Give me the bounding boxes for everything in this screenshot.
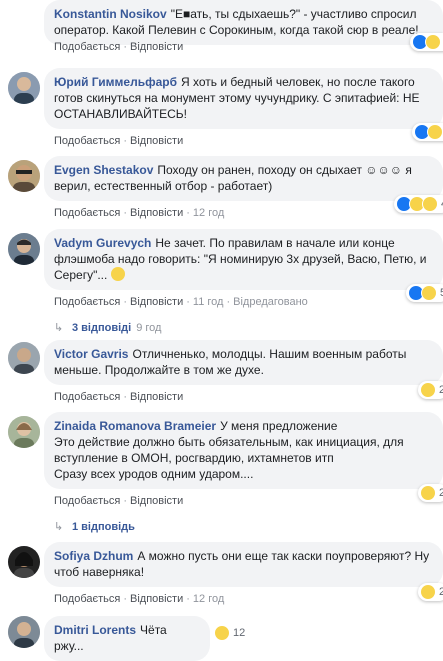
comment-bubble: Konstantin Nosikov "Е■ать, ты сдыхаешь?" … bbox=[44, 0, 443, 45]
avatar[interactable] bbox=[8, 546, 40, 578]
reaction-summary[interactable]: 2 bbox=[418, 381, 443, 399]
reaction-summary[interactable]: 7 bbox=[412, 123, 443, 141]
reply-arrow-icon: ↳ bbox=[54, 521, 64, 533]
comment-time[interactable]: 12 год bbox=[193, 593, 224, 605]
avatar[interactable] bbox=[8, 342, 40, 374]
comment-author[interactable]: Zinaida Romanova Brameier bbox=[54, 419, 216, 433]
view-replies-link[interactable]: ↳ 1 відповідь bbox=[54, 520, 135, 533]
reaction-summary[interactable]: 5 bbox=[406, 284, 443, 302]
reply-link[interactable]: Відповісти bbox=[130, 296, 183, 308]
haha-icon bbox=[420, 485, 436, 501]
reaction-summary[interactable]: 12 bbox=[212, 624, 248, 642]
comment-author[interactable]: Sofiya Dzhum bbox=[54, 549, 133, 563]
reaction-count: 2 bbox=[439, 487, 443, 499]
reply-link[interactable]: Відповісти bbox=[130, 135, 183, 147]
avatar[interactable] bbox=[8, 72, 40, 104]
reply-link[interactable]: Відповісти bbox=[130, 207, 183, 219]
comment-author[interactable]: Victor Gavris bbox=[54, 347, 128, 361]
comment-bubble: Vadym Gurevych Не зачет. По правилам в на… bbox=[44, 229, 443, 290]
reaction-count: 2 bbox=[439, 586, 443, 598]
comment-time[interactable]: 11 год bbox=[193, 296, 224, 308]
reaction-summary[interactable]: 2 bbox=[418, 583, 443, 601]
reply-link[interactable]: Відповісти bbox=[130, 593, 183, 605]
replies-time: 9 год bbox=[136, 322, 162, 334]
edited-label[interactable]: Відредаговано bbox=[233, 296, 308, 308]
comment-bubble: Sofiya Dzhum А можно пусть они еще так ка… bbox=[44, 542, 443, 587]
comment-actions: Подобається · Відповісти bbox=[54, 41, 184, 53]
avatar[interactable] bbox=[8, 616, 40, 648]
haha-icon bbox=[422, 196, 438, 212]
comment-author[interactable]: Evgen Shestakov bbox=[54, 163, 153, 177]
haha-icon bbox=[420, 382, 436, 398]
comment-time[interactable]: 12 год bbox=[193, 207, 224, 219]
slightly-smiling-emoji-icon bbox=[110, 267, 125, 281]
haha-icon bbox=[427, 124, 443, 140]
like-link[interactable]: Подобається bbox=[54, 593, 120, 605]
comment-actions: Подобається · Відповісти · 11 год · Відредагов… bbox=[54, 296, 308, 308]
haha-icon bbox=[421, 285, 437, 301]
reply-link[interactable]: Відповісти bbox=[130, 391, 183, 403]
avatar[interactable] bbox=[8, 233, 40, 265]
like-link[interactable]: Подобається bbox=[54, 495, 120, 507]
reaction-summary[interactable]: 4 bbox=[394, 195, 443, 213]
reaction-count: 2 bbox=[439, 384, 443, 396]
comment-author[interactable]: Konstantin Nosikov bbox=[54, 7, 167, 21]
like-link[interactable]: Подобається bbox=[54, 296, 120, 308]
like-link[interactable]: Подобається bbox=[54, 391, 120, 403]
reaction-summary[interactable]: 5 bbox=[410, 33, 443, 51]
comment-bubble: Victor Gavris Отличненько, молодцы. Нашим… bbox=[44, 340, 443, 385]
like-link[interactable]: Подобається bbox=[54, 41, 120, 53]
comment-bubble: Zinaida Romanova Brameier У меня предложе… bbox=[44, 412, 443, 489]
haha-icon bbox=[425, 34, 441, 50]
reply-arrow-icon: ↳ bbox=[54, 322, 64, 334]
avatar[interactable] bbox=[8, 416, 40, 448]
reaction-summary[interactable]: 2 bbox=[418, 484, 443, 502]
comment-actions: Подобається · Відповісти · 12 год bbox=[54, 207, 225, 219]
comment-actions: Подобається · Відповісти bbox=[54, 135, 184, 147]
comment-bubble: Юрий Гиммельфарб Я хоть и бедный человек,… bbox=[44, 68, 443, 129]
reply-link[interactable]: Відповісти bbox=[130, 495, 183, 507]
comment-actions: Подобається · Відповісти bbox=[54, 495, 184, 507]
comment-author[interactable]: Юрий Гиммельфарб bbox=[54, 75, 177, 89]
comment-bubble: Evgen Shestakov Походу он ранен, походу о… bbox=[44, 156, 443, 201]
comment-author[interactable]: Vadym Gurevych bbox=[54, 236, 151, 250]
like-link[interactable]: Подобається bbox=[54, 135, 120, 147]
haha-icon bbox=[420, 584, 436, 600]
view-replies-link[interactable]: ↳ 3 відповіді 9 год bbox=[54, 321, 161, 334]
comment-actions: Подобається · Відповісти bbox=[54, 391, 184, 403]
haha-icon bbox=[214, 625, 230, 641]
avatar[interactable] bbox=[8, 160, 40, 192]
comment-author[interactable]: Dmitri Lorents bbox=[54, 623, 136, 637]
comment-bubble: Dmitri Lorents Чёта ржу... bbox=[44, 616, 210, 661]
comment-actions: Подобається · Відповісти · 12 год bbox=[54, 593, 225, 605]
like-link[interactable]: Подобається bbox=[54, 207, 120, 219]
reaction-count: 12 bbox=[233, 627, 246, 639]
reply-link[interactable]: Відповісти bbox=[130, 41, 183, 53]
